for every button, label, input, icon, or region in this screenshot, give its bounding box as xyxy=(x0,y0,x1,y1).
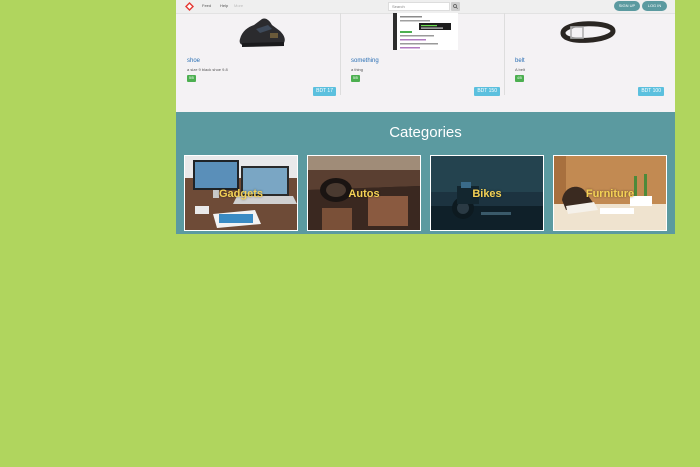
navbar: Feed Help More Search SIGN UP LOG IN xyxy=(176,0,675,14)
price-badge: BDT 150 xyxy=(474,87,500,96)
price-badge: BDT 100 xyxy=(638,87,664,96)
search-input[interactable]: Search xyxy=(388,2,450,11)
nav-link-help[interactable]: Help xyxy=(220,3,228,8)
rating-badge: 5/5 xyxy=(351,75,360,82)
section-title: Categories xyxy=(389,124,462,141)
product-name[interactable]: shoe xyxy=(187,58,200,64)
product-description: a size 9 black shoe 9.8 xyxy=(187,67,228,72)
belt-image xyxy=(560,21,616,43)
product-name[interactable]: something xyxy=(351,58,379,64)
price-badge: BDT 17 xyxy=(313,87,336,96)
signup-button[interactable]: SIGN UP xyxy=(614,1,640,11)
rating-badge: 4/5 xyxy=(515,75,524,82)
category-tile-autos[interactable]: Autos xyxy=(307,155,421,231)
product-name[interactable]: belt xyxy=(515,58,525,64)
product-card[interactable]: belt A belt 4/5 BDT 100 xyxy=(512,13,667,99)
login-button[interactable]: LOG IN xyxy=(642,1,667,11)
category-tile-bikes[interactable]: Bikes xyxy=(430,155,544,231)
code-screenshot-image xyxy=(393,13,458,50)
product-card[interactable]: shoe a size 9 black shoe 9.8 5/5 BDT 17 xyxy=(184,13,339,99)
card-divider xyxy=(504,13,505,95)
category-tile-furniture[interactable]: Furniture xyxy=(553,155,667,231)
category-label: Gadgets xyxy=(218,188,263,200)
search-button[interactable] xyxy=(451,2,460,11)
product-card[interactable]: something a thing 5/5 BDT 150 xyxy=(348,13,503,99)
categories-section: Categories Gadgets Autos Bikes Furniture xyxy=(176,112,675,234)
product-description: a thing xyxy=(351,67,364,72)
logo-icon[interactable] xyxy=(185,2,194,11)
product-description: A belt xyxy=(515,67,526,72)
web-page: Feed Help More Search SIGN UP LOG IN sho… xyxy=(176,0,675,234)
card-divider xyxy=(340,13,341,95)
shoe-image xyxy=(239,18,285,47)
category-label: Autos xyxy=(348,188,380,200)
category-label: Bikes xyxy=(472,188,502,200)
rating-badge: 5/5 xyxy=(187,75,196,82)
search-icon xyxy=(453,4,458,9)
nav-link-more[interactable]: More xyxy=(234,3,243,8)
category-label: Furniture xyxy=(585,188,635,200)
nav-link-feed[interactable]: Feed xyxy=(202,3,211,8)
category-tile-gadgets[interactable]: Gadgets xyxy=(184,155,298,231)
